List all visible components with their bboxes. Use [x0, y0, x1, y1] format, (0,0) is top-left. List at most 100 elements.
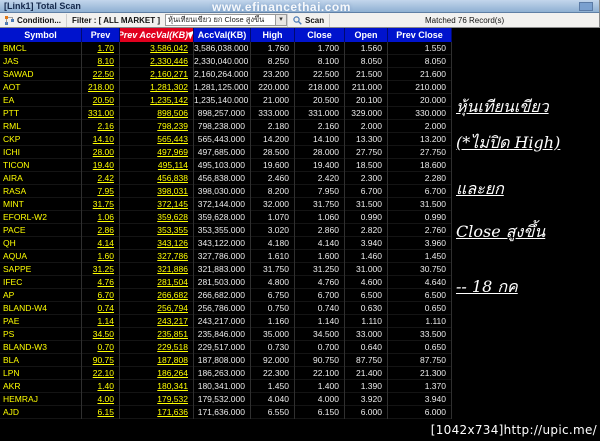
table-row[interactable]: EFORL-W2 1.06 359,628 359,628.000 1.070 1.060… — [0, 211, 452, 224]
cell-prev[interactable]: 34.50 — [82, 328, 120, 341]
column-header-close[interactable]: Close — [295, 28, 345, 42]
cell-prev_accval[interactable]: 180,341 — [120, 380, 194, 393]
chevron-down-icon[interactable]: ▾ — [275, 15, 286, 25]
cell-prev_accval[interactable]: 256,794 — [120, 302, 194, 315]
table-row[interactable]: LPN 22.10 186,264 186,263.000 22.300 22.100 21… — [0, 367, 452, 380]
table-row[interactable]: BLAND-W4 0.74 256,794 256,786.000 0.750 0.740… — [0, 302, 452, 315]
cell-prev[interactable]: 1.40 — [82, 380, 120, 393]
cell-symbol[interactable]: AP — [0, 289, 82, 302]
cell-prev_accval[interactable]: 3,586,042 — [120, 42, 194, 55]
cell-prev[interactable]: 1.14 — [82, 315, 120, 328]
column-header-prev[interactable]: Prev — [82, 28, 120, 42]
cell-prev_accval[interactable]: 359,628 — [120, 211, 194, 224]
cell-symbol[interactable]: HEMRAJ — [0, 393, 82, 406]
cell-prev[interactable]: 14.10 — [82, 133, 120, 146]
cell-prev_accval[interactable]: 495,114 — [120, 159, 194, 172]
table-row[interactable]: AIRA 2.42 456,838 456,838.000 2.460 2.420 2.30… — [0, 172, 452, 185]
table-row[interactable]: IFEC 4.76 281,504 281,503.000 4.800 4.760 4.60… — [0, 276, 452, 289]
cell-symbol[interactable]: PTT — [0, 107, 82, 120]
cell-prev_accval[interactable]: 456,838 — [120, 172, 194, 185]
table-row[interactable]: PS 34.50 235,851 235,846.000 35.000 34.500 33.… — [0, 328, 452, 341]
cell-prev[interactable]: 331.00 — [82, 107, 120, 120]
cell-prev_accval[interactable]: 171,636 — [120, 406, 194, 419]
cell-prev[interactable]: 31.25 — [82, 263, 120, 276]
cell-prev_accval[interactable]: 798,239 — [120, 120, 194, 133]
table-row[interactable]: HEMRAJ 4.00 179,532 179,532.000 4.040 4.000 3.… — [0, 393, 452, 406]
condition-button[interactable]: Condition... — [0, 13, 67, 27]
cell-prev_accval[interactable]: 321,886 — [120, 263, 194, 276]
cell-prev[interactable]: 31.75 — [82, 198, 120, 211]
cell-prev[interactable]: 22.50 — [82, 68, 120, 81]
table-row[interactable]: AJD 6.15 171,636 171,636.000 6.550 6.150 6.000… — [0, 406, 452, 419]
cell-prev[interactable]: 6.70 — [82, 289, 120, 302]
table-row[interactable]: PTT 331.00 898,506 898,257.000 333.000 331.00… — [0, 107, 452, 120]
cell-prev_accval[interactable]: 186,264 — [120, 367, 194, 380]
cell-prev_accval[interactable]: 343,126 — [120, 237, 194, 250]
cell-symbol[interactable]: ICHI — [0, 146, 82, 159]
scan-button[interactable]: Scan — [287, 13, 331, 27]
column-header-symbol[interactable]: Symbol — [0, 28, 82, 42]
cell-symbol[interactable]: SAPPE — [0, 263, 82, 276]
cell-prev_accval[interactable]: 327,786 — [120, 250, 194, 263]
table-row[interactable]: BLAND-W3 0.70 229,518 229,517.000 0.730 0.700… — [0, 341, 452, 354]
cell-symbol[interactable]: BLA — [0, 354, 82, 367]
cell-prev_accval[interactable]: 179,532 — [120, 393, 194, 406]
cell-prev_accval[interactable]: 497,969 — [120, 146, 194, 159]
cell-symbol[interactable]: AQUA — [0, 250, 82, 263]
cell-prev_accval[interactable]: 1,235,142 — [120, 94, 194, 107]
cell-prev[interactable]: 4.14 — [82, 237, 120, 250]
table-row[interactable]: MINT 31.75 372,145 372,144.000 32.000 31.750 3… — [0, 198, 452, 211]
cell-symbol[interactable]: RML — [0, 120, 82, 133]
table-row[interactable]: JAS 8.10 2,330,446 2,330,040.000 8.250 8.100 8… — [0, 55, 452, 68]
cell-symbol[interactable]: TICON — [0, 159, 82, 172]
cell-symbol[interactable]: AIRA — [0, 172, 82, 185]
cell-symbol[interactable]: AJD — [0, 406, 82, 419]
cell-prev_accval[interactable]: 2,330,446 — [120, 55, 194, 68]
scan-condition-select[interactable]: หุ้นเทียนเขียว ยก Close สูงขึ้น ▾ — [165, 14, 287, 26]
table-row[interactable]: ICHI 28.00 497,969 497,685.000 28.500 28.000 2… — [0, 146, 452, 159]
table-row[interactable]: AKR 1.40 180,341 180,341.000 1.450 1.400 1.390… — [0, 380, 452, 393]
column-header-prev_accval[interactable]: Prev AccVal(KB) ◤ — [120, 28, 194, 42]
table-row[interactable]: CKP 14.10 565,443 565,443.000 14.200 14.100 13… — [0, 133, 452, 146]
table-row[interactable]: SAWAD 22.50 2,160,271 2,160,264.000 23.200 22… — [0, 68, 452, 81]
cell-prev[interactable]: 1.06 — [82, 211, 120, 224]
cell-symbol[interactable]: SAWAD — [0, 68, 82, 81]
cell-prev_accval[interactable]: 372,145 — [120, 198, 194, 211]
table-row[interactable]: RML 2.16 798,239 798,238.000 2.180 2.160 2.000… — [0, 120, 452, 133]
cell-prev[interactable]: 8.10 — [82, 55, 120, 68]
column-header-accval[interactable]: AccVal(KB) — [194, 28, 251, 42]
table-row[interactable]: BMCL 1.70 3,586,042 3,586,038.000 1.760 1.700… — [0, 42, 452, 55]
cell-prev_accval[interactable]: 266,682 — [120, 289, 194, 302]
cell-symbol[interactable]: MINT — [0, 198, 82, 211]
table-row[interactable]: TICON 19.40 495,114 495,103.000 19.600 19.400… — [0, 159, 452, 172]
cell-prev_accval[interactable]: 235,851 — [120, 328, 194, 341]
cell-symbol[interactable]: PS — [0, 328, 82, 341]
cell-symbol[interactable]: BLAND-W3 — [0, 341, 82, 354]
cell-prev[interactable]: 0.70 — [82, 341, 120, 354]
table-row[interactable]: SAPPE 31.25 321,886 321,883.000 31.750 31.250… — [0, 263, 452, 276]
cell-prev_accval[interactable]: 281,504 — [120, 276, 194, 289]
column-header-high[interactable]: High — [251, 28, 295, 42]
table-row[interactable]: PAE 1.14 243,217 243,217.000 1.160 1.140 1.110… — [0, 315, 452, 328]
cell-prev[interactable]: 1.70 — [82, 42, 120, 55]
cell-prev_accval[interactable]: 243,217 — [120, 315, 194, 328]
cell-prev[interactable]: 20.50 — [82, 94, 120, 107]
window-control-icon[interactable] — [579, 2, 593, 11]
cell-prev[interactable]: 4.00 — [82, 393, 120, 406]
column-header-open[interactable]: Open — [345, 28, 388, 42]
cell-prev[interactable]: 0.74 — [82, 302, 120, 315]
cell-prev[interactable]: 28.00 — [82, 146, 120, 159]
cell-symbol[interactable]: BLAND-W4 — [0, 302, 82, 315]
cell-prev_accval[interactable]: 353,355 — [120, 224, 194, 237]
cell-symbol[interactable]: BMCL — [0, 42, 82, 55]
cell-prev[interactable]: 6.15 — [82, 406, 120, 419]
table-row[interactable]: AP 6.70 266,682 266,682.000 6.750 6.700 6.500 6… — [0, 289, 452, 302]
cell-prev[interactable]: 4.76 — [82, 276, 120, 289]
cell-symbol[interactable]: PAE — [0, 315, 82, 328]
table-row[interactable]: PACE 2.86 353,355 353,355.000 3.020 2.860 2.82… — [0, 224, 452, 237]
cell-symbol[interactable]: EFORL-W2 — [0, 211, 82, 224]
table-row[interactable]: AQUA 1.60 327,786 327,786.000 1.610 1.600 1.46… — [0, 250, 452, 263]
cell-symbol[interactable]: AOT — [0, 81, 82, 94]
table-row[interactable]: AOT 218.00 1,281,302 1,281,125.000 220.000 21… — [0, 81, 452, 94]
cell-prev_accval[interactable]: 2,160,271 — [120, 68, 194, 81]
